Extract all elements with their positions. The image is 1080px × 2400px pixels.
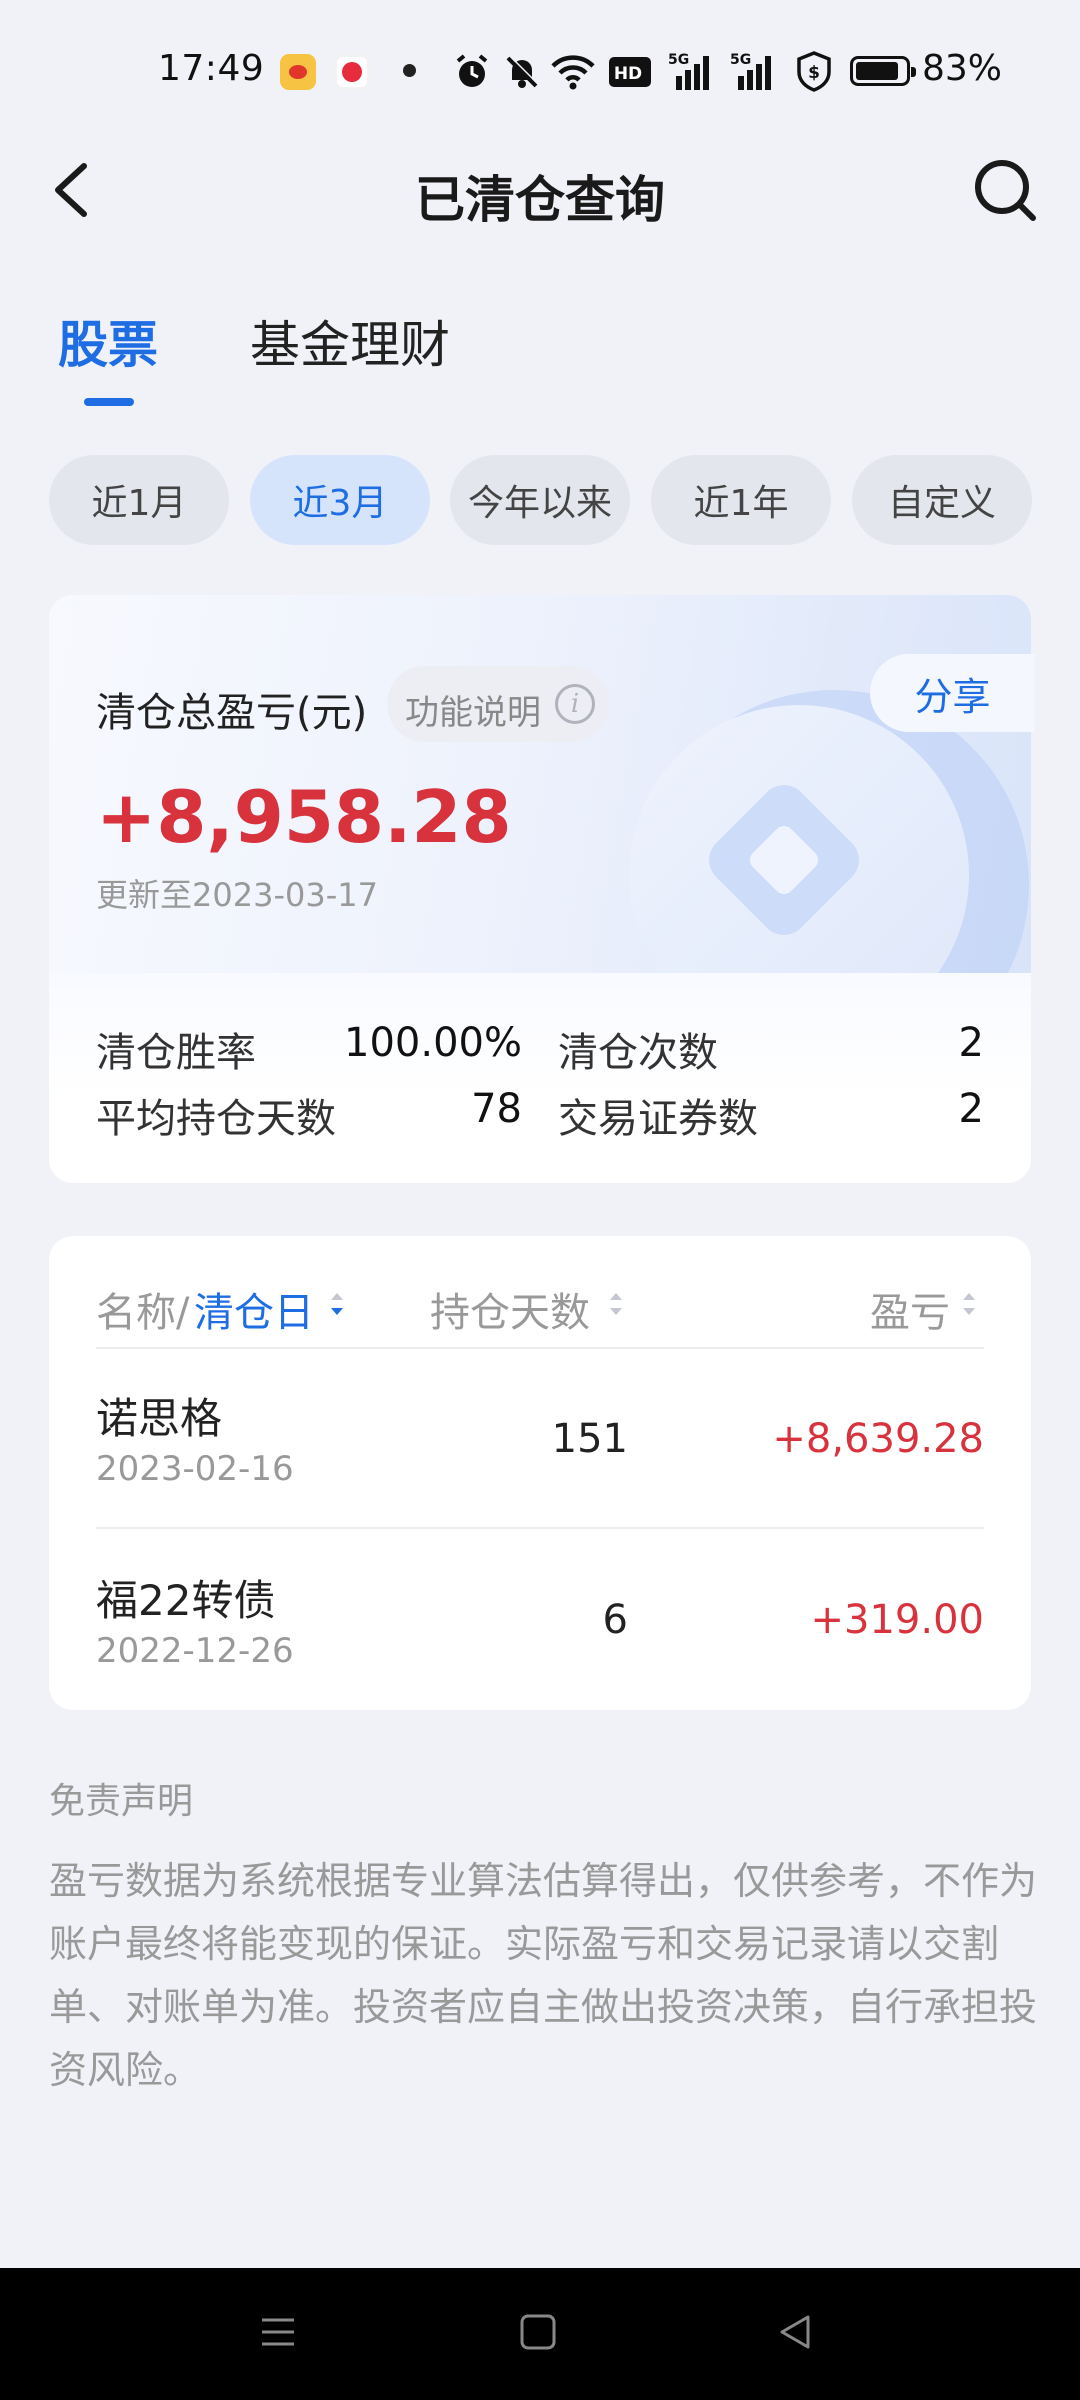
status-bar: 17:49 HD 5G 5G $ 83%	[0, 0, 1080, 140]
row-security-name: 诺思格	[96, 1394, 223, 1443]
info-icon: i	[555, 684, 595, 724]
summary-stats-area	[49, 973, 1031, 1183]
page-title: 已清仓查询	[415, 171, 665, 229]
period-chip-ytd[interactable]: 今年以来	[450, 455, 630, 545]
disclaimer-title: 免责声明	[49, 1781, 194, 1822]
tab-funds[interactable]: 基金理财	[250, 305, 450, 377]
avg-hold-days-label: 平均持仓天数	[96, 1096, 336, 1142]
status-time: 17:49	[158, 48, 265, 89]
period-chip-1-year[interactable]: 近1年	[651, 455, 831, 545]
disclaimer-text: 盈亏数据为系统根据专业算法估算得出，仅供参考，不作为账户最终将能变现的保证。实际…	[49, 1859, 1038, 2092]
sort-arrows-icon[interactable]	[328, 1288, 346, 1320]
search-button[interactable]	[970, 155, 1040, 225]
win-rate-label: 清仓胜率	[96, 1030, 256, 1076]
search-icon	[975, 160, 1036, 221]
battery-percent: 83%	[922, 48, 1003, 89]
securities-count-label: 交易证券数	[558, 1096, 758, 1142]
share-button[interactable]: 分享	[870, 654, 1035, 732]
column-header-pnl[interactable]: 盈亏	[870, 1280, 950, 1338]
function-info-label: 功能说明	[405, 693, 541, 733]
period-chip-3-months[interactable]: 近3月	[250, 455, 430, 545]
close-count-value: 2	[958, 1020, 984, 1066]
battery-icon	[850, 56, 916, 86]
win-rate-value: 100.00%	[344, 1020, 522, 1066]
5g-signal-icon: 5G	[730, 52, 771, 90]
svg-text:HD: HD	[614, 64, 642, 84]
column-header-close-date[interactable]: 清仓日	[194, 1280, 314, 1338]
period-chip-custom[interactable]: 自定义	[852, 455, 1032, 545]
notification-dot	[403, 64, 416, 77]
tab-stocks[interactable]: 股票	[58, 305, 158, 377]
hd-icon: HD	[609, 57, 651, 87]
update-date: 更新至2023-03-17	[96, 876, 378, 914]
row-hold-days: 151	[551, 1416, 628, 1462]
navigation-bar	[0, 2268, 1080, 2400]
column-header-hold-days[interactable]: 持仓天数	[430, 1280, 590, 1338]
svg-text:$: $	[808, 63, 820, 83]
home-icon[interactable]	[518, 2312, 558, 2352]
5g-signal-icon: 5G	[668, 52, 709, 90]
video-app-icon	[334, 54, 370, 90]
wifi-icon	[551, 55, 595, 90]
row-pnl: +8,639.28	[772, 1416, 984, 1462]
row-pnl: +319.00	[810, 1597, 984, 1643]
column-header-name: 名称/	[96, 1290, 190, 1336]
row-close-date: 2022-12-26	[96, 1631, 294, 1671]
securities-count-value: 2	[958, 1086, 984, 1132]
svg-text:5G: 5G	[668, 52, 689, 68]
row-hold-days: 6	[602, 1597, 628, 1643]
active-tab-indicator	[84, 398, 134, 406]
row-close-date: 2023-02-16	[96, 1449, 294, 1489]
svg-text:5G: 5G	[730, 52, 751, 68]
period-chip-1-month[interactable]: 近1月	[49, 455, 229, 545]
back-icon[interactable]	[776, 2312, 816, 2352]
sort-arrows-icon[interactable]	[960, 1288, 978, 1320]
summary-label: 清仓总盈亏(元)	[96, 690, 368, 736]
shield-icon: $	[797, 51, 831, 92]
row-security-name: 福22转债	[96, 1576, 276, 1625]
sort-arrows-icon[interactable]	[607, 1288, 625, 1320]
total-pnl-value: +8,958.28	[96, 775, 512, 859]
close-count-label: 清仓次数	[558, 1030, 718, 1076]
alarm-icon	[456, 54, 488, 87]
avg-hold-days-value: 78	[471, 1086, 522, 1132]
mute-icon	[506, 55, 539, 88]
menu-icon[interactable]	[258, 2312, 298, 2352]
weibo-app-icon	[280, 54, 316, 90]
